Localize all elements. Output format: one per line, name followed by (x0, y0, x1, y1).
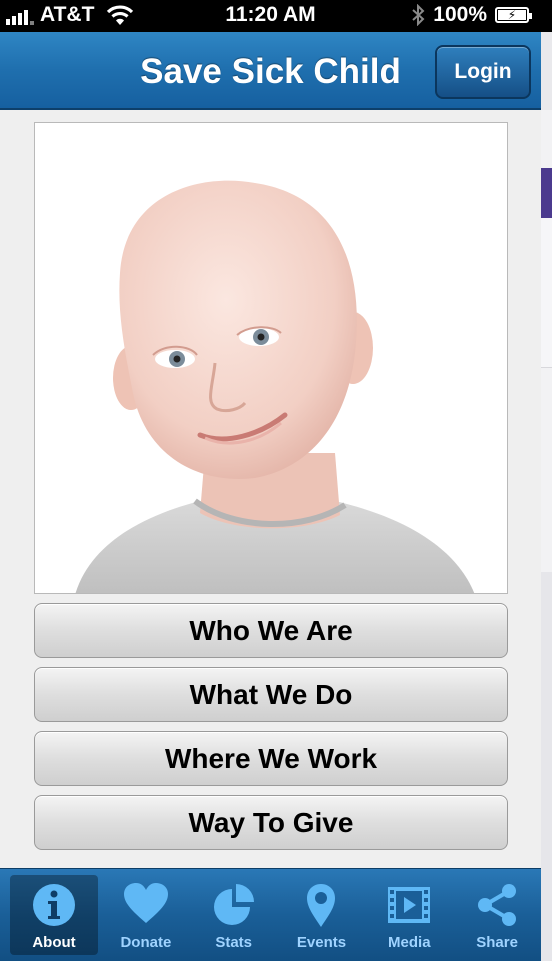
map-pin-icon (307, 884, 336, 927)
info-icon (33, 884, 75, 926)
status-bar: AT&T 11:20 AM 100% ⚡ (0, 0, 541, 32)
tab-events-label: Events (296, 934, 347, 951)
what-we-do-button[interactable]: What We Do (34, 667, 508, 722)
battery-icon: ⚡ (495, 7, 532, 23)
film-icon (388, 887, 431, 923)
heart-icon (123, 883, 168, 923)
tab-events[interactable]: Events (278, 869, 366, 961)
tab-media[interactable]: Media (365, 869, 453, 961)
who-we-are-button[interactable]: Who We Are (34, 603, 508, 658)
login-button[interactable]: Login (435, 45, 531, 99)
tab-stats-label: Stats (215, 934, 253, 951)
tab-donate[interactable]: Donate (102, 869, 190, 961)
background-app-edge (541, 0, 552, 961)
battery-percent: 100% (433, 3, 487, 26)
tab-bar: About Donate Stats Events Media Share (0, 868, 541, 961)
tab-about[interactable]: About (10, 875, 98, 955)
way-to-give-button[interactable]: Way To Give (34, 795, 508, 850)
where-we-work-button[interactable]: Where We Work (34, 731, 508, 786)
hero-photo (34, 122, 508, 594)
navigation-bar: Save Sick Child Login (0, 32, 541, 110)
pie-chart-icon (213, 884, 254, 925)
tab-stats[interactable]: Stats (190, 869, 278, 961)
app-screen: AT&T 11:20 AM 100% ⚡ Save Sick Child Log… (0, 0, 541, 961)
tab-share-label: Share (476, 934, 518, 951)
child-portrait-image (35, 123, 507, 593)
share-icon (478, 884, 517, 926)
tab-media-label: Media (388, 934, 431, 951)
tab-donate-label: Donate (120, 934, 172, 951)
bluetooth-icon (412, 4, 425, 26)
tab-about-label: About (32, 934, 76, 951)
tab-share[interactable]: Share (453, 869, 541, 961)
